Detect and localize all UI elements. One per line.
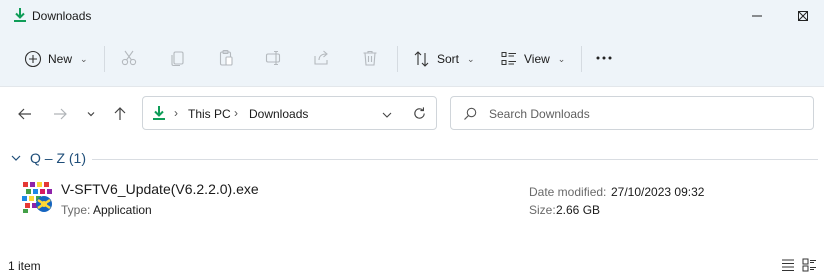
downloads-folder-icon [153, 106, 165, 120]
cut-button[interactable] [119, 48, 139, 68]
chevron-down-icon[interactable] [10, 152, 22, 164]
chevron-down-icon[interactable] [381, 109, 393, 121]
tiles-view-icon[interactable] [801, 257, 817, 273]
more-icon [596, 56, 612, 60]
close-button[interactable] [780, 0, 824, 32]
date-modified-value: 27/10/2023 09:32 [611, 185, 705, 199]
paste-button[interactable] [216, 48, 236, 68]
rename-icon [265, 50, 281, 66]
toolbar-divider [397, 46, 398, 72]
chevron-down-icon: ⌄ [467, 53, 475, 64]
size-label: Size: [529, 203, 556, 217]
copy-icon [171, 51, 184, 67]
delete-icon [363, 50, 377, 66]
cut-icon [121, 50, 137, 66]
breadcrumb-downloads[interactable]: Downloads [249, 107, 308, 121]
item-count: 1 item [8, 259, 41, 273]
window-title: Downloads [32, 9, 92, 23]
sort-button[interactable]: Sort ⌄ [407, 44, 481, 74]
more-options-button[interactable] [594, 48, 614, 68]
file-item[interactable]: V-SFTV6_Update(V6.2.2.0).exe Type: Appli… [16, 176, 816, 220]
back-arrow-icon [18, 108, 31, 120]
new-button[interactable]: New ⌄ [18, 44, 94, 74]
file-type-value: Application [93, 203, 152, 217]
plus-circle-icon [24, 50, 42, 68]
application-icon [22, 182, 52, 213]
group-header[interactable]: Q – Z (1) [10, 150, 86, 166]
size-value: 2.66 GB [556, 203, 601, 217]
copy-button[interactable] [168, 48, 188, 68]
view-label: View [524, 52, 550, 66]
breadcrumb-separator-icon: › [234, 106, 238, 120]
new-label: New [48, 52, 73, 66]
recent-locations-button[interactable] [81, 104, 101, 124]
toolbar-divider [104, 46, 105, 72]
forward-button[interactable] [50, 104, 70, 124]
status-bar: 1 item [0, 254, 824, 278]
share-button[interactable] [312, 48, 332, 68]
group-divider [92, 159, 818, 160]
recent-dropdown-icon [87, 112, 95, 117]
close-icon [798, 11, 808, 21]
forward-arrow-icon [54, 108, 67, 120]
file-name: V-SFTV6_Update(V6.2.2.0).exe [61, 181, 259, 197]
minimize-button[interactable] [734, 0, 780, 32]
details-view-icon[interactable] [780, 257, 796, 273]
date-modified-label: Date modified: [529, 185, 607, 199]
file-type-label: Type: [61, 203, 91, 217]
refresh-icon[interactable] [412, 106, 427, 121]
sort-icon [414, 51, 429, 67]
command-bar: New ⌄ Sort ⌄ View ⌄ [0, 32, 824, 86]
rename-button[interactable] [264, 48, 284, 68]
back-button[interactable] [15, 104, 35, 124]
breadcrumb-this-pc[interactable]: This PC [188, 107, 231, 121]
delete-button[interactable] [360, 48, 380, 68]
search-icon [464, 107, 477, 120]
view-list-icon [501, 52, 516, 65]
chevron-down-icon: ⌄ [557, 53, 566, 64]
share-icon [314, 50, 328, 65]
breadcrumb-separator-icon: › [174, 106, 178, 120]
sort-label: Sort [437, 52, 460, 66]
navigation-bar: › This PC › Downloads [0, 86, 824, 140]
title-bar: Downloads [0, 0, 824, 32]
search-box[interactable] [450, 96, 814, 130]
paste-icon [219, 49, 233, 66]
minimize-icon [752, 15, 762, 17]
view-button[interactable]: View ⌄ [494, 44, 571, 74]
toolbar-divider [581, 46, 582, 72]
downloads-folder-icon [14, 8, 26, 22]
address-bar[interactable]: › This PC › Downloads [142, 96, 437, 130]
up-button[interactable] [110, 104, 130, 124]
search-input[interactable] [489, 105, 789, 123]
chevron-down-icon: ⌄ [80, 53, 88, 64]
up-arrow-icon [114, 107, 126, 120]
file-list: Q – Z (1) V-SFTV6_Update(V6.2.2.0).exe T… [0, 140, 824, 254]
group-label: Q – Z (1) [30, 150, 87, 166]
